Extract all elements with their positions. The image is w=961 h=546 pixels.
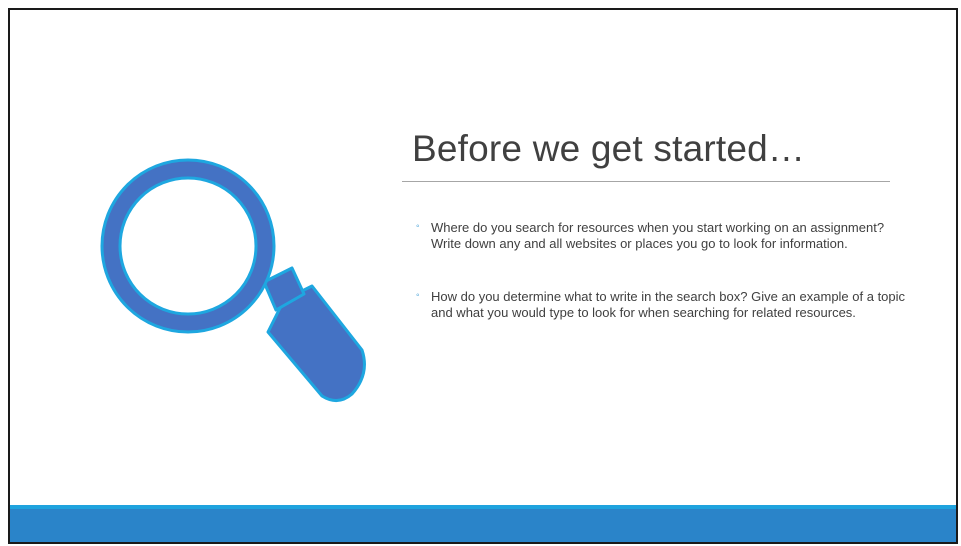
bullet-marker: ◦ xyxy=(416,290,420,301)
bullet-text: Where do you search for resources when y… xyxy=(431,220,885,251)
title-divider xyxy=(402,181,890,182)
slide: Before we get started… ◦ Where do you se… xyxy=(8,8,958,544)
list-item: ◦ How do you determine what to write in … xyxy=(416,289,906,320)
bullet-marker: ◦ xyxy=(416,221,420,232)
bullet-text: How do you determine what to write in th… xyxy=(431,289,906,320)
slide-title: Before we get started… xyxy=(412,128,806,169)
bullet-list: ◦ Where do you search for resources when… xyxy=(416,220,906,320)
footer-accent-band xyxy=(10,509,956,542)
list-item: ◦ Where do you search for resources when… xyxy=(416,220,906,251)
magnifying-glass-icon xyxy=(100,158,366,402)
